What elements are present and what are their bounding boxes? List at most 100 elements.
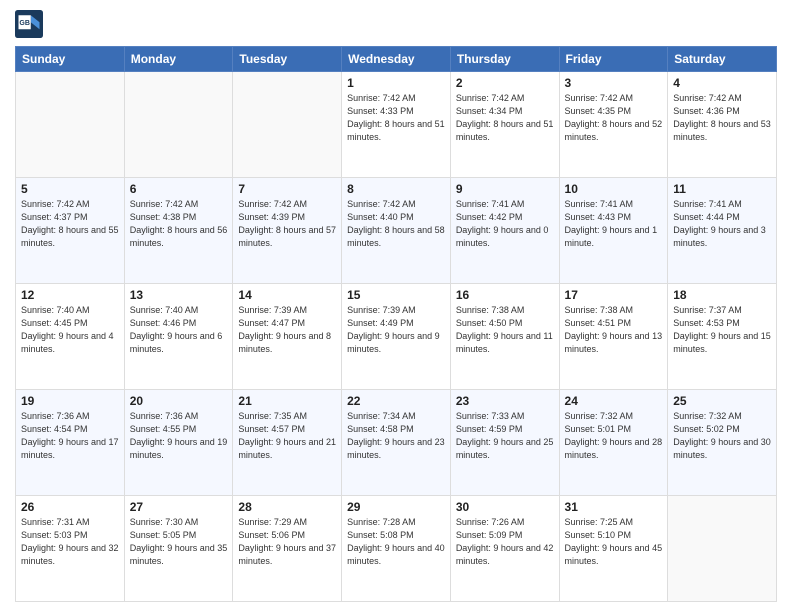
day-info: Sunrise: 7:40 AM Sunset: 4:46 PM Dayligh… bbox=[130, 304, 228, 356]
calendar-cell: 6Sunrise: 7:42 AM Sunset: 4:38 PM Daylig… bbox=[124, 178, 233, 284]
day-info: Sunrise: 7:39 AM Sunset: 4:49 PM Dayligh… bbox=[347, 304, 445, 356]
calendar-header-row: SundayMondayTuesdayWednesdayThursdayFrid… bbox=[16, 47, 777, 72]
day-number: 11 bbox=[673, 182, 771, 196]
day-info: Sunrise: 7:38 AM Sunset: 4:50 PM Dayligh… bbox=[456, 304, 554, 356]
logo: GB bbox=[15, 10, 47, 38]
day-number: 18 bbox=[673, 288, 771, 302]
day-info: Sunrise: 7:35 AM Sunset: 4:57 PM Dayligh… bbox=[238, 410, 336, 462]
day-info: Sunrise: 7:33 AM Sunset: 4:59 PM Dayligh… bbox=[456, 410, 554, 462]
weekday-header: Friday bbox=[559, 47, 668, 72]
calendar-cell: 27 Sunrise: 7:30 AM Sunset: 5:05 PM Dayli… bbox=[124, 496, 233, 602]
day-number: 12 bbox=[21, 288, 119, 302]
day-number: 26 bbox=[21, 500, 119, 514]
day-number: 20 bbox=[130, 394, 228, 408]
header: GB bbox=[15, 10, 777, 38]
calendar-week-row: 19 Sunrise: 7:36 AM Sunset: 4:54 PM Dayli… bbox=[16, 390, 777, 496]
calendar-cell: 22Sunrise: 7:34 AM Sunset: 4:58 PM Dayli… bbox=[342, 390, 451, 496]
day-info: Sunrise: 7:29 AM Sunset: 5:06 PM Dayligh… bbox=[238, 516, 336, 568]
day-info: Sunrise: 7:42 AM Sunset: 4:40 PM Dayligh… bbox=[347, 198, 445, 250]
day-info: Sunrise: 7:42 AM Sunset: 4:33 PM Dayligh… bbox=[347, 92, 445, 144]
day-number: 10 bbox=[565, 182, 663, 196]
calendar-cell: 21 Sunrise: 7:35 AM Sunset: 4:57 PM Dayli… bbox=[233, 390, 342, 496]
day-number: 1 bbox=[347, 76, 445, 90]
day-number: 2 bbox=[456, 76, 554, 90]
calendar-cell: 15 Sunrise: 7:39 AM Sunset: 4:49 PM Dayli… bbox=[342, 284, 451, 390]
day-info: Sunrise: 7:42 AM Sunset: 4:38 PM Dayligh… bbox=[130, 198, 228, 250]
calendar-cell: 8 Sunrise: 7:42 AM Sunset: 4:40 PM Daylig… bbox=[342, 178, 451, 284]
day-info: Sunrise: 7:42 AM Sunset: 4:39 PM Dayligh… bbox=[238, 198, 336, 250]
calendar-cell: 4 Sunrise: 7:42 AM Sunset: 4:36 PM Daylig… bbox=[668, 72, 777, 178]
calendar-cell: 2Sunrise: 7:42 AM Sunset: 4:34 PM Daylig… bbox=[450, 72, 559, 178]
calendar-cell: 12 Sunrise: 7:40 AM Sunset: 4:45 PM Dayli… bbox=[16, 284, 125, 390]
day-info: Sunrise: 7:41 AM Sunset: 4:42 PM Dayligh… bbox=[456, 198, 554, 250]
calendar-cell bbox=[124, 72, 233, 178]
calendar-week-row: 1 Sunrise: 7:42 AM Sunset: 4:33 PM Daylig… bbox=[16, 72, 777, 178]
weekday-header: Monday bbox=[124, 47, 233, 72]
day-number: 24 bbox=[565, 394, 663, 408]
day-info: Sunrise: 7:39 AM Sunset: 4:47 PM Dayligh… bbox=[238, 304, 336, 356]
weekday-header: Tuesday bbox=[233, 47, 342, 72]
calendar-cell: 23Sunrise: 7:33 AM Sunset: 4:59 PM Dayli… bbox=[450, 390, 559, 496]
calendar-cell: 30 Sunrise: 7:26 AM Sunset: 5:09 PM Dayli… bbox=[450, 496, 559, 602]
day-number: 15 bbox=[347, 288, 445, 302]
calendar-cell: 16 Sunrise: 7:38 AM Sunset: 4:50 PM Dayli… bbox=[450, 284, 559, 390]
day-info: Sunrise: 7:30 AM Sunset: 5:05 PM Dayligh… bbox=[130, 516, 228, 568]
day-info: Sunrise: 7:26 AM Sunset: 5:09 PM Dayligh… bbox=[456, 516, 554, 568]
calendar-cell: 5Sunrise: 7:42 AM Sunset: 4:37 PM Daylig… bbox=[16, 178, 125, 284]
calendar-cell: 13 Sunrise: 7:40 AM Sunset: 4:46 PM Dayli… bbox=[124, 284, 233, 390]
day-number: 4 bbox=[673, 76, 771, 90]
calendar-cell: 20 Sunrise: 7:36 AM Sunset: 4:55 PM Dayli… bbox=[124, 390, 233, 496]
calendar-cell: 18 Sunrise: 7:37 AM Sunset: 4:53 PM Dayli… bbox=[668, 284, 777, 390]
calendar-week-row: 5Sunrise: 7:42 AM Sunset: 4:37 PM Daylig… bbox=[16, 178, 777, 284]
calendar-cell: 24 Sunrise: 7:32 AM Sunset: 5:01 PM Dayli… bbox=[559, 390, 668, 496]
day-info: Sunrise: 7:25 AM Sunset: 5:10 PM Dayligh… bbox=[565, 516, 663, 568]
day-info: Sunrise: 7:31 AM Sunset: 5:03 PM Dayligh… bbox=[21, 516, 119, 568]
day-number: 16 bbox=[456, 288, 554, 302]
day-number: 28 bbox=[238, 500, 336, 514]
day-number: 7 bbox=[238, 182, 336, 196]
calendar-cell bbox=[233, 72, 342, 178]
calendar-cell: 10 Sunrise: 7:41 AM Sunset: 4:43 PM Dayli… bbox=[559, 178, 668, 284]
day-info: Sunrise: 7:40 AM Sunset: 4:45 PM Dayligh… bbox=[21, 304, 119, 356]
calendar-cell: 25Sunrise: 7:32 AM Sunset: 5:02 PM Dayli… bbox=[668, 390, 777, 496]
day-number: 31 bbox=[565, 500, 663, 514]
calendar-cell bbox=[668, 496, 777, 602]
day-number: 21 bbox=[238, 394, 336, 408]
day-info: Sunrise: 7:32 AM Sunset: 5:01 PM Dayligh… bbox=[565, 410, 663, 462]
day-number: 25 bbox=[673, 394, 771, 408]
calendar-week-row: 26 Sunrise: 7:31 AM Sunset: 5:03 PM Dayli… bbox=[16, 496, 777, 602]
calendar-cell: 7 Sunrise: 7:42 AM Sunset: 4:39 PM Daylig… bbox=[233, 178, 342, 284]
day-number: 30 bbox=[456, 500, 554, 514]
calendar-cell: 9 Sunrise: 7:41 AM Sunset: 4:42 PM Daylig… bbox=[450, 178, 559, 284]
day-info: Sunrise: 7:38 AM Sunset: 4:51 PM Dayligh… bbox=[565, 304, 663, 356]
day-info: Sunrise: 7:42 AM Sunset: 4:35 PM Dayligh… bbox=[565, 92, 663, 144]
day-info: Sunrise: 7:41 AM Sunset: 4:43 PM Dayligh… bbox=[565, 198, 663, 250]
day-number: 3 bbox=[565, 76, 663, 90]
day-number: 27 bbox=[130, 500, 228, 514]
calendar-week-row: 12 Sunrise: 7:40 AM Sunset: 4:45 PM Dayli… bbox=[16, 284, 777, 390]
page: GB SundayMondayTuesdayWednesdayThursdayF… bbox=[0, 0, 792, 612]
calendar-cell bbox=[16, 72, 125, 178]
day-number: 5 bbox=[21, 182, 119, 196]
calendar-cell: 14 Sunrise: 7:39 AM Sunset: 4:47 PM Dayli… bbox=[233, 284, 342, 390]
day-info: Sunrise: 7:41 AM Sunset: 4:44 PM Dayligh… bbox=[673, 198, 771, 250]
day-number: 13 bbox=[130, 288, 228, 302]
day-number: 9 bbox=[456, 182, 554, 196]
day-number: 8 bbox=[347, 182, 445, 196]
day-number: 17 bbox=[565, 288, 663, 302]
calendar-cell: 26 Sunrise: 7:31 AM Sunset: 5:03 PM Dayli… bbox=[16, 496, 125, 602]
weekday-header: Wednesday bbox=[342, 47, 451, 72]
day-number: 14 bbox=[238, 288, 336, 302]
day-info: Sunrise: 7:42 AM Sunset: 4:36 PM Dayligh… bbox=[673, 92, 771, 144]
calendar-table: SundayMondayTuesdayWednesdayThursdayFrid… bbox=[15, 46, 777, 602]
weekday-header: Thursday bbox=[450, 47, 559, 72]
weekday-header: Saturday bbox=[668, 47, 777, 72]
weekday-header: Sunday bbox=[16, 47, 125, 72]
svg-text:GB: GB bbox=[19, 20, 30, 27]
day-info: Sunrise: 7:36 AM Sunset: 4:54 PM Dayligh… bbox=[21, 410, 119, 462]
day-number: 19 bbox=[21, 394, 119, 408]
day-number: 29 bbox=[347, 500, 445, 514]
calendar-cell: 11 Sunrise: 7:41 AM Sunset: 4:44 PM Dayli… bbox=[668, 178, 777, 284]
day-info: Sunrise: 7:36 AM Sunset: 4:55 PM Dayligh… bbox=[130, 410, 228, 462]
day-info: Sunrise: 7:37 AM Sunset: 4:53 PM Dayligh… bbox=[673, 304, 771, 356]
